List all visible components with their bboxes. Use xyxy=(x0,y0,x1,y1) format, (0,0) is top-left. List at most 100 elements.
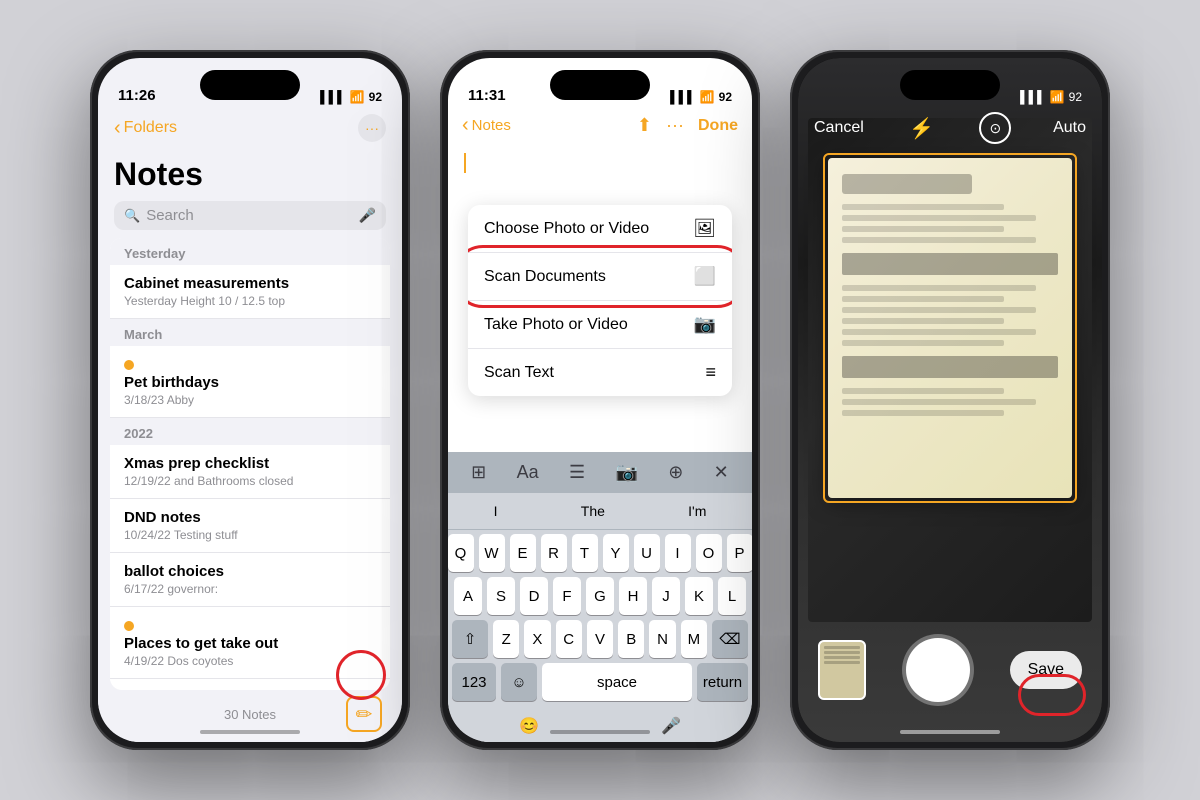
note-meta: 3/18/23 Abby xyxy=(124,393,376,407)
signal-icon-2: ▌▌▌ xyxy=(670,90,696,104)
key-l[interactable]: L xyxy=(718,577,746,615)
keyboard-toolbar: ⊞ Aa ☰ 📷 ⊕ ✕ xyxy=(448,452,752,493)
dynamic-island-3 xyxy=(900,70,1000,100)
key-u[interactable]: U xyxy=(634,534,660,572)
done-button[interactable]: Done xyxy=(698,117,738,135)
phone-3: ▌▌▌ 📶 92 Cancel ⚡ ⊙ Auto xyxy=(790,50,1110,750)
key-row-3: ⇧ Z X C V B N M ⌫ xyxy=(452,620,748,658)
key-i[interactable]: I xyxy=(665,534,691,572)
numbers-key[interactable]: 123 xyxy=(452,663,496,701)
return-key[interactable]: return xyxy=(697,663,748,701)
search-toolbar-icon[interactable]: ⊕ xyxy=(664,458,687,487)
shift-key[interactable]: ⇧ xyxy=(452,620,488,658)
more-button-1[interactable]: ··· xyxy=(358,114,386,142)
mic-button-2[interactable]: 🎤 xyxy=(661,716,681,736)
key-z[interactable]: Z xyxy=(493,620,519,658)
key-n[interactable]: N xyxy=(649,620,675,658)
note-title: Xmas prep checklist xyxy=(124,455,376,472)
pin-icon xyxy=(124,360,134,370)
scan-text-label: Scan Text xyxy=(484,364,554,382)
search-bar[interactable]: 🔍 Search 🎤 xyxy=(114,201,386,230)
scan-docs-label: Scan Documents xyxy=(484,268,606,286)
back-to-notes[interactable]: Notes xyxy=(462,114,511,137)
menu-item-scan-docs[interactable]: Scan Documents ⬜ xyxy=(468,253,732,301)
key-q[interactable]: Q xyxy=(448,534,474,572)
cancel-button[interactable]: Cancel xyxy=(814,119,864,137)
suggestion-1[interactable]: I xyxy=(482,499,510,523)
list-item[interactable]: DND notes 10/24/22 Testing stuff xyxy=(110,499,390,553)
emoji-button[interactable]: 😊 xyxy=(519,716,539,736)
list-item[interactable]: ballot choices 6/17/22 governor: xyxy=(110,553,390,607)
more-button-2[interactable]: ··· xyxy=(666,115,684,136)
key-e[interactable]: E xyxy=(510,534,536,572)
suggestion-3[interactable]: I'm xyxy=(676,499,718,523)
delete-key[interactable]: ⌫ xyxy=(712,620,748,658)
list-item[interactable]: Pet birthdays 3/18/23 Abby xyxy=(110,346,390,418)
format-icon[interactable]: Aa xyxy=(513,458,543,487)
flash-button[interactable]: ⚡ xyxy=(906,112,938,144)
wifi-icon-2: 📶 xyxy=(700,90,715,104)
signal-icon-3: ▌▌▌ xyxy=(1020,90,1046,104)
section-2022: 2022 xyxy=(110,418,390,445)
key-s[interactable]: S xyxy=(487,577,515,615)
status-time-2: 11:31 xyxy=(468,87,506,104)
key-b[interactable]: B xyxy=(618,620,644,658)
key-y[interactable]: Y xyxy=(603,534,629,572)
choose-photo-label: Choose Photo or Video xyxy=(484,220,649,238)
highlight-circle-compose xyxy=(336,650,386,700)
share-button[interactable]: ⬆ xyxy=(637,115,652,136)
phone-2: 11:31 ▌▌▌ 📶 92 Notes ⬆ ··· Done xyxy=(440,50,760,750)
note-title: DND notes xyxy=(124,509,376,526)
thumb-line xyxy=(824,656,860,659)
compose-button[interactable]: ✏ xyxy=(346,696,382,732)
face-id-icon: ⊙ xyxy=(989,120,1001,137)
key-o[interactable]: O xyxy=(696,534,722,572)
home-indicator-1 xyxy=(200,730,300,734)
pin-icon xyxy=(124,621,134,631)
key-h[interactable]: H xyxy=(619,577,647,615)
list-item[interactable]: Cabinet measurements Yesterday Height 10… xyxy=(110,265,390,319)
key-k[interactable]: K xyxy=(685,577,713,615)
scan-thumbnail[interactable] xyxy=(818,640,866,700)
face-id-button[interactable]: ⊙ xyxy=(979,112,1011,144)
menu-item-photo[interactable]: Choose Photo or Video 🖼 xyxy=(468,205,732,253)
emoji-key[interactable]: ☺ xyxy=(501,663,537,701)
list-item[interactable]: Xmas prep checklist 12/19/22 and Bathroo… xyxy=(110,445,390,499)
note-title: Cabinet measurements xyxy=(124,275,376,292)
key-g[interactable]: G xyxy=(586,577,614,615)
key-t[interactable]: T xyxy=(572,534,598,572)
menu-item-scan-text[interactable]: Scan Text ≡ xyxy=(468,349,732,396)
search-icon: 🔍 xyxy=(124,208,140,224)
search-placeholder: Search xyxy=(146,207,352,224)
nav-bar-1: Folders ··· xyxy=(98,110,402,150)
key-a[interactable]: A xyxy=(454,577,482,615)
close-toolbar-icon[interactable]: ✕ xyxy=(710,458,733,487)
key-v[interactable]: V xyxy=(587,620,613,658)
wifi-icon-3: 📶 xyxy=(1050,90,1065,104)
suggestion-2[interactable]: The xyxy=(569,499,617,523)
key-p[interactable]: P xyxy=(727,534,753,572)
key-row-4: 123 ☺ space return xyxy=(452,663,748,701)
key-row-2: A S D F G H J K L xyxy=(452,577,748,615)
camera-toolbar-icon[interactable]: 📷 xyxy=(611,458,641,487)
key-d[interactable]: D xyxy=(520,577,548,615)
phone-1: 11:26 ▌▌▌ 📶 92 Folders ··· Notes 🔍 Searc… xyxy=(90,50,410,750)
key-c[interactable]: C xyxy=(556,620,582,658)
key-w[interactable]: W xyxy=(479,534,505,572)
shutter-button[interactable] xyxy=(906,638,970,702)
home-indicator-3 xyxy=(900,730,1000,734)
key-x[interactable]: X xyxy=(524,620,550,658)
space-key[interactable]: space xyxy=(542,663,692,701)
key-m[interactable]: M xyxy=(681,620,707,658)
menu-item-take-photo[interactable]: Take Photo or Video 📷 xyxy=(468,301,732,349)
camera-icon: 📷 xyxy=(694,314,716,335)
key-r[interactable]: R xyxy=(541,534,567,572)
table-icon[interactable]: ⊞ xyxy=(467,458,490,487)
key-j[interactable]: J xyxy=(652,577,680,615)
text-cursor xyxy=(464,153,466,173)
note-meta: 10/24/22 Testing stuff xyxy=(124,528,376,542)
back-to-folders[interactable]: Folders xyxy=(114,117,177,140)
key-f[interactable]: F xyxy=(553,577,581,615)
checklist-icon[interactable]: ☰ xyxy=(565,458,589,487)
editor-area[interactable]: Choose Photo or Video 🖼 Scan Documents ⬜… xyxy=(448,145,752,452)
